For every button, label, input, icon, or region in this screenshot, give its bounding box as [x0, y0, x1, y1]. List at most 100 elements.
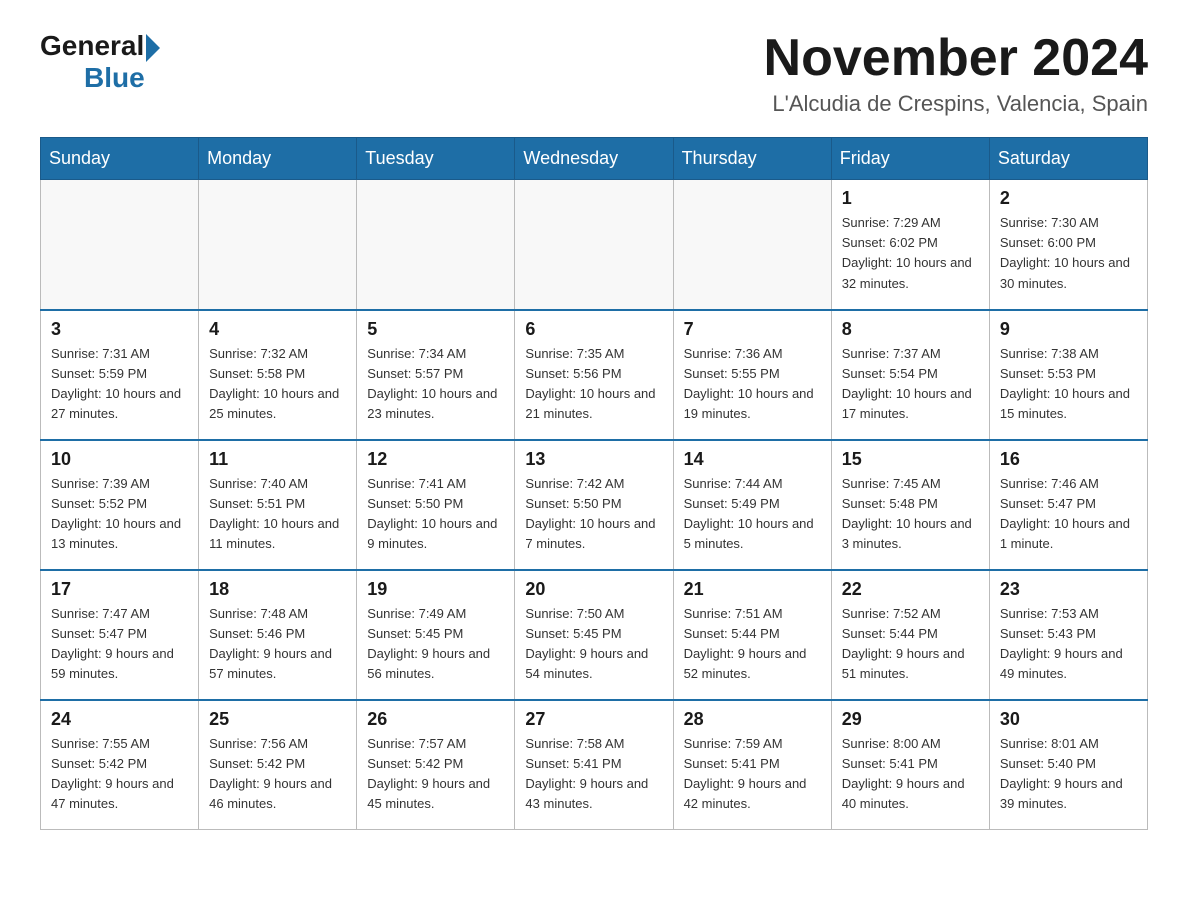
calendar-cell: 22 Sunrise: 7:52 AMSunset: 5:44 PMDayligh…: [831, 570, 989, 700]
calendar-cell: [41, 180, 199, 310]
weekday-header-sunday: Sunday: [41, 138, 199, 180]
calendar-table: SundayMondayTuesdayWednesdayThursdayFrid…: [40, 137, 1148, 830]
day-number: 21: [684, 579, 821, 600]
day-info: Sunrise: 7:46 AMSunset: 5:47 PMDaylight:…: [1000, 474, 1137, 555]
calendar-cell: 24 Sunrise: 7:55 AMSunset: 5:42 PMDayligh…: [41, 700, 199, 830]
calendar-cell: 12 Sunrise: 7:41 AMSunset: 5:50 PMDayligh…: [357, 440, 515, 570]
day-info: Sunrise: 7:55 AMSunset: 5:42 PMDaylight:…: [51, 734, 188, 815]
calendar-cell: 2 Sunrise: 7:30 AMSunset: 6:00 PMDaylight…: [989, 180, 1147, 310]
day-number: 27: [525, 709, 662, 730]
day-info: Sunrise: 7:49 AMSunset: 5:45 PMDaylight:…: [367, 604, 504, 685]
calendar-cell: 15 Sunrise: 7:45 AMSunset: 5:48 PMDayligh…: [831, 440, 989, 570]
day-info: Sunrise: 7:30 AMSunset: 6:00 PMDaylight:…: [1000, 213, 1137, 294]
calendar-cell: [673, 180, 831, 310]
day-info: Sunrise: 7:56 AMSunset: 5:42 PMDaylight:…: [209, 734, 346, 815]
calendar-cell: [357, 180, 515, 310]
calendar-week-row: 10 Sunrise: 7:39 AMSunset: 5:52 PMDayligh…: [41, 440, 1148, 570]
day-info: Sunrise: 7:41 AMSunset: 5:50 PMDaylight:…: [367, 474, 504, 555]
day-info: Sunrise: 7:34 AMSunset: 5:57 PMDaylight:…: [367, 344, 504, 425]
calendar-cell: 30 Sunrise: 8:01 AMSunset: 5:40 PMDayligh…: [989, 700, 1147, 830]
day-info: Sunrise: 7:35 AMSunset: 5:56 PMDaylight:…: [525, 344, 662, 425]
calendar-cell: 29 Sunrise: 8:00 AMSunset: 5:41 PMDayligh…: [831, 700, 989, 830]
day-number: 20: [525, 579, 662, 600]
day-number: 17: [51, 579, 188, 600]
day-number: 13: [525, 449, 662, 470]
calendar-cell: 28 Sunrise: 7:59 AMSunset: 5:41 PMDayligh…: [673, 700, 831, 830]
page-header: General Blue November 2024 L'Alcudia de …: [40, 30, 1148, 117]
day-number: 22: [842, 579, 979, 600]
day-number: 18: [209, 579, 346, 600]
calendar-cell: 19 Sunrise: 7:49 AMSunset: 5:45 PMDayligh…: [357, 570, 515, 700]
calendar-cell: 3Sunrise: 7:31 AMSunset: 5:59 PMDaylight…: [41, 310, 199, 440]
day-info: Sunrise: 7:53 AMSunset: 5:43 PMDaylight:…: [1000, 604, 1137, 685]
day-info: Sunrise: 7:59 AMSunset: 5:41 PMDaylight:…: [684, 734, 821, 815]
calendar-header-row: SundayMondayTuesdayWednesdayThursdayFrid…: [41, 138, 1148, 180]
calendar-cell: 26 Sunrise: 7:57 AMSunset: 5:42 PMDayligh…: [357, 700, 515, 830]
weekday-header-tuesday: Tuesday: [357, 138, 515, 180]
day-number: 28: [684, 709, 821, 730]
day-number: 16: [1000, 449, 1137, 470]
weekday-header-thursday: Thursday: [673, 138, 831, 180]
day-info: Sunrise: 7:39 AMSunset: 5:52 PMDaylight:…: [51, 474, 188, 555]
day-number: 30: [1000, 709, 1137, 730]
calendar-cell: 5Sunrise: 7:34 AMSunset: 5:57 PMDaylight…: [357, 310, 515, 440]
day-number: 19: [367, 579, 504, 600]
calendar-week-row: 24 Sunrise: 7:55 AMSunset: 5:42 PMDayligh…: [41, 700, 1148, 830]
day-info: Sunrise: 7:31 AMSunset: 5:59 PMDaylight:…: [51, 344, 188, 425]
calendar-cell: 16 Sunrise: 7:46 AMSunset: 5:47 PMDayligh…: [989, 440, 1147, 570]
day-number: 8: [842, 319, 979, 340]
logo: General Blue: [40, 30, 160, 94]
day-info: Sunrise: 7:51 AMSunset: 5:44 PMDaylight:…: [684, 604, 821, 685]
calendar-cell: 18Sunrise: 7:48 AMSunset: 5:46 PMDayligh…: [199, 570, 357, 700]
calendar-cell: 4 Sunrise: 7:32 AMSunset: 5:58 PMDaylight…: [199, 310, 357, 440]
weekday-header-friday: Friday: [831, 138, 989, 180]
day-number: 15: [842, 449, 979, 470]
day-info: Sunrise: 7:36 AMSunset: 5:55 PMDaylight:…: [684, 344, 821, 425]
day-number: 10: [51, 449, 188, 470]
title-area: November 2024 L'Alcudia de Crespins, Val…: [764, 30, 1148, 117]
calendar-cell: 1 Sunrise: 7:29 AMSunset: 6:02 PMDaylight…: [831, 180, 989, 310]
day-info: Sunrise: 8:01 AMSunset: 5:40 PMDaylight:…: [1000, 734, 1137, 815]
day-info: Sunrise: 7:58 AMSunset: 5:41 PMDaylight:…: [525, 734, 662, 815]
calendar-cell: 10 Sunrise: 7:39 AMSunset: 5:52 PMDayligh…: [41, 440, 199, 570]
calendar-cell: 11 Sunrise: 7:40 AMSunset: 5:51 PMDayligh…: [199, 440, 357, 570]
day-number: 7: [684, 319, 821, 340]
day-number: 26: [367, 709, 504, 730]
calendar-week-row: 1 Sunrise: 7:29 AMSunset: 6:02 PMDaylight…: [41, 180, 1148, 310]
day-info: Sunrise: 7:44 AMSunset: 5:49 PMDaylight:…: [684, 474, 821, 555]
day-number: 29: [842, 709, 979, 730]
day-number: 4: [209, 319, 346, 340]
calendar-week-row: 17 Sunrise: 7:47 AMSunset: 5:47 PMDayligh…: [41, 570, 1148, 700]
calendar-cell: [515, 180, 673, 310]
day-info: Sunrise: 7:32 AMSunset: 5:58 PMDaylight:…: [209, 344, 346, 425]
day-info: Sunrise: 7:57 AMSunset: 5:42 PMDaylight:…: [367, 734, 504, 815]
calendar-cell: 27 Sunrise: 7:58 AMSunset: 5:41 PMDayligh…: [515, 700, 673, 830]
day-info: Sunrise: 8:00 AMSunset: 5:41 PMDaylight:…: [842, 734, 979, 815]
calendar-cell: 17 Sunrise: 7:47 AMSunset: 5:47 PMDayligh…: [41, 570, 199, 700]
day-info: Sunrise: 7:47 AMSunset: 5:47 PMDaylight:…: [51, 604, 188, 685]
day-number: 11: [209, 449, 346, 470]
logo-arrow-icon: [146, 34, 160, 62]
calendar-cell: 9Sunrise: 7:38 AMSunset: 5:53 PMDaylight…: [989, 310, 1147, 440]
day-number: 25: [209, 709, 346, 730]
day-number: 14: [684, 449, 821, 470]
day-number: 24: [51, 709, 188, 730]
calendar-cell: 13 Sunrise: 7:42 AMSunset: 5:50 PMDayligh…: [515, 440, 673, 570]
weekday-header-monday: Monday: [199, 138, 357, 180]
calendar-cell: 23Sunrise: 7:53 AMSunset: 5:43 PMDayligh…: [989, 570, 1147, 700]
day-info: Sunrise: 7:42 AMSunset: 5:50 PMDaylight:…: [525, 474, 662, 555]
calendar-cell: 7 Sunrise: 7:36 AMSunset: 5:55 PMDaylight…: [673, 310, 831, 440]
day-info: Sunrise: 7:45 AMSunset: 5:48 PMDaylight:…: [842, 474, 979, 555]
day-info: Sunrise: 7:40 AMSunset: 5:51 PMDaylight:…: [209, 474, 346, 555]
day-number: 1: [842, 188, 979, 209]
day-number: 2: [1000, 188, 1137, 209]
logo-blue-text: Blue: [84, 62, 145, 94]
calendar-cell: 21 Sunrise: 7:51 AMSunset: 5:44 PMDayligh…: [673, 570, 831, 700]
day-number: 12: [367, 449, 504, 470]
calendar-cell: [199, 180, 357, 310]
day-info: Sunrise: 7:52 AMSunset: 5:44 PMDaylight:…: [842, 604, 979, 685]
day-info: Sunrise: 7:29 AMSunset: 6:02 PMDaylight:…: [842, 213, 979, 294]
day-number: 6: [525, 319, 662, 340]
weekday-header-saturday: Saturday: [989, 138, 1147, 180]
logo-general-text: General: [40, 30, 144, 62]
